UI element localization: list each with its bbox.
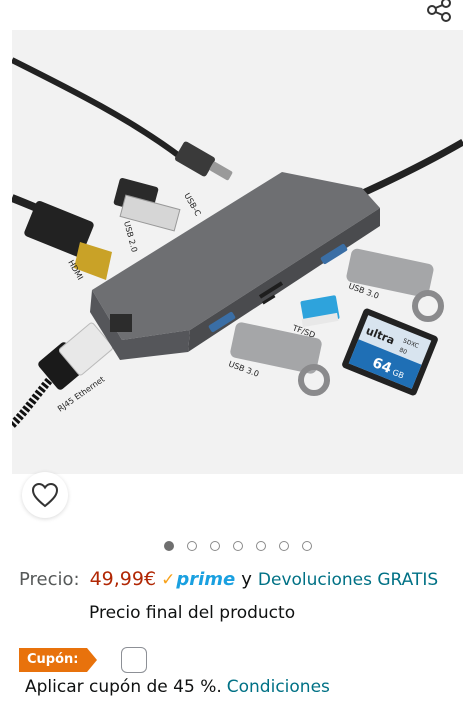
carousel-indicators [0,541,475,551]
prime-check-icon: ✓ [161,570,176,590]
coupon-badge: Cupón: [19,648,96,672]
free-returns-link[interactable]: Devoluciones GRATIS [258,570,438,590]
carousel-dot[interactable] [232,541,243,551]
carousel-dot[interactable] [255,541,266,551]
carousel-dot[interactable] [278,541,289,551]
label-usb-2: USB 2.0 [122,220,139,253]
prime-badge: ✓ prime [161,569,235,590]
coupon-checkbox[interactable] [120,647,147,673]
price-row: Precio: 49,99€ ✓ prime y Devoluciones GR… [19,568,469,590]
price-label: Precio: [19,569,80,590]
coupon-text: Aplicar cupón de 45 %. [25,677,222,697]
carousel-dot[interactable] [301,541,312,551]
heart-icon [31,482,59,508]
carousel-dot[interactable] [209,541,220,551]
price-conjunction: y [241,569,252,590]
label-usb-3-bottom: USB 3.0 [227,359,260,378]
final-price-note: Precio final del producto [89,603,296,623]
price-value: 49,99€ [89,568,157,590]
coupon-description: Aplicar cupón de 45 %. Condiciones [25,677,330,697]
coupon-row: Cupón: [19,647,147,673]
prime-label: prime [176,569,236,590]
product-image[interactable]: USB-C USB 2.0 HDMI RJ45 Ethernet USB 3.0 [12,30,463,474]
carousel-dot[interactable] [186,541,197,551]
coupon-conditions-link[interactable]: Condiciones [227,677,330,697]
usb-hub-illustration: USB-C USB 2.0 HDMI RJ45 Ethernet USB 3.0 [12,57,463,428]
label-usb-c: USB-C [182,192,202,218]
share-button[interactable] [419,0,459,30]
share-icon [427,0,451,22]
wishlist-button[interactable] [22,472,68,518]
carousel-dot[interactable] [163,541,174,551]
